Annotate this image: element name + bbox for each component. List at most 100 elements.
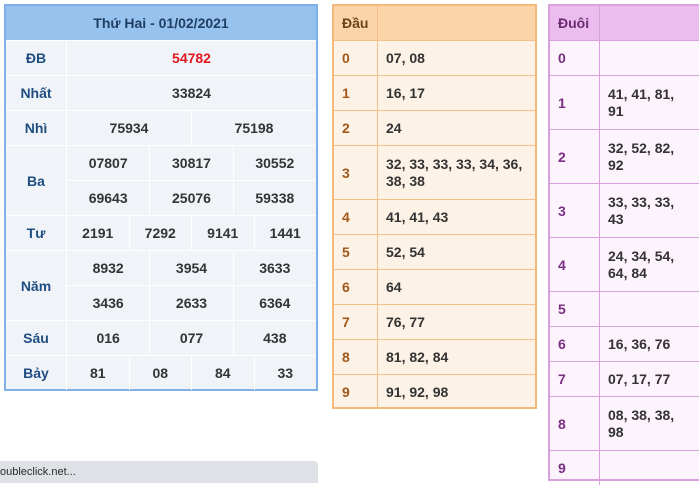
dau-numbers: 24 bbox=[386, 119, 402, 136]
prize-label: Sáu bbox=[6, 321, 67, 355]
results-row: ĐB 54782 bbox=[6, 41, 316, 76]
lottery-results-table: Thứ Hai - 01/02/2021 ĐB 54782 Nhất 33824 Nhì… bbox=[4, 4, 318, 391]
prize-number: 33824 bbox=[172, 85, 211, 101]
dau-digit: 4 bbox=[334, 200, 378, 234]
dau-numbers: 07, 08 bbox=[386, 49, 425, 66]
prize-line: 2191 7292 9141 1441 bbox=[67, 216, 316, 250]
duoi-digit: 2 bbox=[550, 130, 600, 183]
prize-line: 69643 25076 59338 bbox=[67, 180, 316, 215]
duoi-digit: 3 bbox=[550, 184, 600, 237]
results-row: Năm 8932 3954 3633 3436 2633 6364 bbox=[6, 251, 316, 321]
prize-values: 54782 bbox=[67, 41, 316, 75]
prize-label: Năm bbox=[6, 251, 67, 320]
dau-numbers: 16, 17 bbox=[386, 84, 425, 101]
results-row: Nhất 33824 bbox=[6, 76, 316, 111]
dau-digit: 7 bbox=[334, 305, 378, 339]
dau-row: 9 91, 92, 98 bbox=[334, 374, 535, 409]
prize-line: 81 08 84 33 bbox=[67, 356, 316, 390]
prize-number: 2191 bbox=[67, 216, 130, 250]
duoi-row: 2 32, 52, 82, 92 bbox=[550, 129, 699, 183]
duoi-numbers: 41, 41, 81, 91 bbox=[608, 85, 675, 119]
prize-number: 7292 bbox=[130, 216, 192, 250]
dau-digit: 5 bbox=[334, 235, 378, 269]
prize-line: 3436 2633 6364 bbox=[67, 285, 316, 320]
dau-row: 5 52, 54 bbox=[334, 234, 535, 269]
prize-values: 016 077 438 bbox=[67, 321, 316, 355]
duoi-numbers: 16, 36, 76 bbox=[608, 335, 671, 352]
dau-header: Đầu bbox=[334, 6, 378, 40]
dau-digit: 1 bbox=[334, 76, 378, 110]
prize-line: 016 077 438 bbox=[67, 321, 316, 355]
browser-status-bar: oubleclick.net... bbox=[0, 461, 318, 483]
duoi-header-row: Đuôi bbox=[550, 6, 699, 40]
prize-number: 2633 bbox=[150, 286, 234, 320]
prize-values: 75934 75198 bbox=[67, 111, 316, 145]
results-row: Nhì 75934 75198 bbox=[6, 111, 316, 146]
dau-digit: 0 bbox=[334, 41, 378, 75]
dau-row: 2 24 bbox=[334, 110, 535, 145]
duoi-row: 7 07, 17, 77 bbox=[550, 361, 699, 396]
prize-values: 33824 bbox=[67, 76, 316, 110]
dau-numbers: 64 bbox=[386, 278, 402, 295]
dau-numbers: 52, 54 bbox=[386, 243, 425, 260]
prize-label: Ba bbox=[6, 146, 67, 215]
prize-number: 8932 bbox=[67, 251, 151, 285]
duoi-row: 8 08, 38, 38, 98 bbox=[550, 396, 699, 450]
prize-line: 07807 30817 30552 bbox=[67, 146, 316, 180]
duoi-digit: 7 bbox=[550, 362, 600, 396]
prize-number: 69643 bbox=[67, 181, 151, 215]
duoi-row: 6 16, 36, 76 bbox=[550, 326, 699, 361]
prize-number: 30552 bbox=[255, 155, 295, 171]
duoi-numbers: 08, 38, 38, 98 bbox=[608, 406, 675, 440]
prize-label: Tư bbox=[6, 216, 67, 250]
dau-digit: 2 bbox=[334, 111, 378, 145]
duoi-table: Đuôi 0 1 41, 41, 81, 91 2 32, 52, 82, 92 3 33,… bbox=[548, 4, 699, 485]
prize-label: Nhất bbox=[6, 76, 67, 110]
dau-numbers: 91, 92, 98 bbox=[386, 383, 449, 400]
duoi-numbers: 33, 33, 33, 43 bbox=[608, 193, 675, 227]
duoi-digit: 4 bbox=[550, 238, 600, 291]
prize-values: 81 08 84 33 bbox=[67, 356, 316, 390]
dau-row: 1 16, 17 bbox=[334, 75, 535, 110]
prize-number: 81 bbox=[67, 356, 130, 390]
duoi-digit: 5 bbox=[550, 292, 600, 326]
prize-values: 8932 3954 3633 3436 2633 6364 bbox=[67, 251, 316, 320]
prize-number: 75198 bbox=[234, 120, 274, 136]
status-url-text: oubleclick.net... bbox=[0, 466, 76, 478]
prize-values: 07807 30817 30552 69643 25076 59338 bbox=[67, 146, 316, 215]
prize-number: 30817 bbox=[150, 146, 234, 180]
duoi-row: 0 bbox=[550, 40, 699, 75]
prize-label: Nhì bbox=[6, 111, 67, 145]
dau-row: 8 81, 82, 84 bbox=[334, 339, 535, 374]
prize-number: 077 bbox=[150, 321, 234, 355]
duoi-numbers: 07, 17, 77 bbox=[608, 370, 671, 387]
dau-numbers: 76, 77 bbox=[386, 313, 425, 330]
prize-line: 8932 3954 3633 bbox=[67, 251, 316, 285]
results-row: Tư 2191 7292 9141 1441 bbox=[6, 216, 316, 251]
duoi-numbers: 24, 34, 54, 64, 84 bbox=[608, 247, 675, 281]
results-row: Ba 07807 30817 30552 69643 25076 59338 bbox=[6, 146, 316, 216]
dau-row: 4 41, 41, 43 bbox=[334, 199, 535, 234]
dau-digit: 3 bbox=[334, 146, 378, 199]
special-prize-number: 54782 bbox=[172, 50, 211, 66]
prize-label: Bảy bbox=[6, 356, 67, 390]
dau-numbers: 41, 41, 43 bbox=[386, 208, 449, 225]
dau-rows: 0 07, 08 1 16, 17 2 24 3 32, 33, 33, 33, 34, 36… bbox=[334, 40, 535, 409]
prize-number: 59338 bbox=[255, 190, 295, 206]
dau-digit: 9 bbox=[334, 375, 378, 409]
duoi-header-empty bbox=[600, 6, 699, 40]
prize-number: 07807 bbox=[67, 146, 151, 180]
duoi-row: 1 41, 41, 81, 91 bbox=[550, 75, 699, 129]
duoi-digit: 1 bbox=[550, 76, 600, 129]
prize-number: 08 bbox=[130, 356, 192, 390]
prize-number: 9141 bbox=[192, 216, 255, 250]
prize-label: ĐB bbox=[6, 41, 67, 75]
dau-digit: 6 bbox=[334, 270, 378, 304]
dau-table: Đầu 0 07, 08 1 16, 17 2 24 3 32, 33, 33, 33, 34… bbox=[332, 4, 537, 409]
prize-number: 3633 bbox=[259, 260, 291, 276]
prize-number: 6364 bbox=[259, 295, 291, 311]
duoi-row: 4 24, 34, 54, 64, 84 bbox=[550, 237, 699, 291]
dau-digit: 8 bbox=[334, 340, 378, 374]
prize-number: 1441 bbox=[269, 225, 301, 241]
dau-header-row: Đầu bbox=[334, 6, 535, 40]
